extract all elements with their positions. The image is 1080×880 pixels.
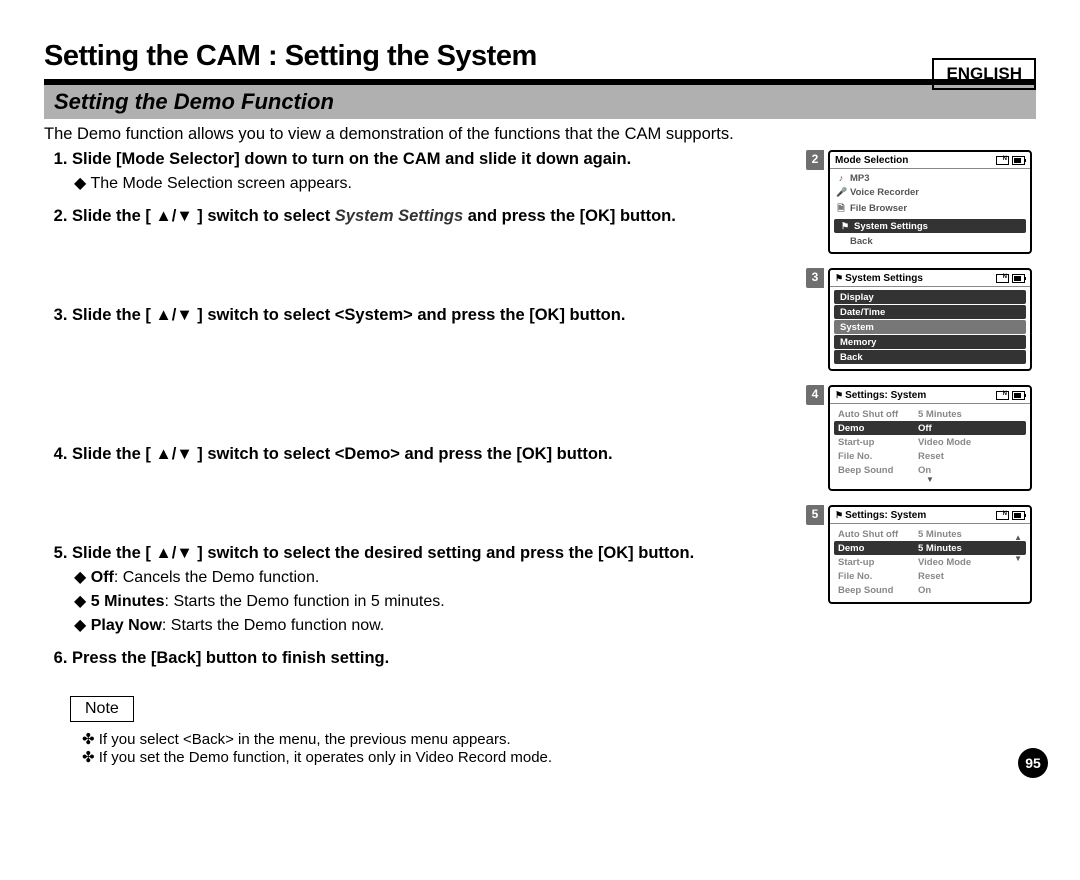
menu-row-file: 🗎File Browser bbox=[830, 199, 1030, 218]
step-6: Press the [Back] button to finish settin… bbox=[72, 649, 794, 668]
mic-icon: 🎤 bbox=[836, 187, 846, 198]
step-2-pre: Slide the [ ▲/▼ ] switch to select bbox=[72, 207, 335, 225]
note-label: Note bbox=[70, 696, 134, 722]
screenshot-5-title: Settings: System bbox=[845, 510, 926, 521]
screenshot-2: Mode Selection ♪MP3 🎤Voice Recorder 🗎Fil… bbox=[828, 150, 1032, 254]
kv-startup: Start-upVideo Mode bbox=[834, 555, 1026, 569]
screenshot-5: ⚑Settings: System Auto Shut off5 Minutes… bbox=[828, 505, 1032, 604]
menu-row-datetime: Date/Time bbox=[834, 305, 1026, 319]
screenshot-3-number: 3 bbox=[806, 268, 824, 288]
card-icon bbox=[996, 511, 1009, 520]
screenshot-3: ⚑System Settings Display Date/Time Syste… bbox=[828, 268, 1032, 371]
kv-fileno: File No.Reset bbox=[834, 569, 1026, 583]
step-3: Slide the [ ▲/▼ ] switch to select <Syst… bbox=[72, 306, 794, 325]
section-subtitle: Setting the Demo Function bbox=[44, 85, 1036, 119]
screenshot-5-number: 5 bbox=[806, 505, 824, 525]
kv-startup: Start-upVideo Mode bbox=[834, 435, 1026, 449]
step-4: Slide the [ ▲/▼ ] switch to select <Demo… bbox=[72, 445, 794, 464]
step-1: Slide [Mode Selector] down to turn on th… bbox=[72, 150, 794, 193]
menu-row-voice: 🎤Voice Recorder bbox=[830, 185, 1030, 199]
screenshot-4-number: 4 bbox=[806, 385, 824, 405]
settings-icon: ⚑ bbox=[835, 390, 843, 400]
battery-icon bbox=[1012, 511, 1025, 520]
step-5-sub-playnow: Play Now: Starts the Demo function now. bbox=[72, 615, 794, 635]
kv-autoshutoff: Auto Shut off5 Minutes bbox=[834, 527, 1026, 541]
step-2: Slide the [ ▲/▼ ] switch to select Syste… bbox=[72, 207, 794, 226]
kv-fileno: File No.Reset bbox=[834, 449, 1026, 463]
card-icon bbox=[996, 274, 1009, 283]
battery-icon bbox=[1012, 391, 1025, 400]
page-number: 95 bbox=[1018, 748, 1048, 778]
battery-icon bbox=[1012, 156, 1025, 165]
screenshot-2-number: 2 bbox=[806, 150, 824, 170]
menu-row-display: Display bbox=[834, 290, 1026, 304]
step-5: Slide the [ ▲/▼ ] switch to select the d… bbox=[72, 544, 794, 635]
battery-icon bbox=[1012, 274, 1025, 283]
kv-beep: Beep SoundOn bbox=[834, 583, 1026, 597]
menu-row-back: Back bbox=[834, 350, 1026, 364]
menu-row-system-settings: ⚑System Settings bbox=[834, 219, 1026, 233]
settings-icon: ⚑ bbox=[835, 273, 843, 283]
screenshot-3-title: System Settings bbox=[845, 273, 923, 284]
screenshot-4-title: Settings: System bbox=[845, 390, 926, 401]
screenshot-4: ⚑Settings: System Auto Shut off5 Minutes… bbox=[828, 385, 1032, 491]
menu-row-memory: Memory bbox=[834, 335, 1026, 349]
step-1-text: Slide [Mode Selector] down to turn on th… bbox=[72, 150, 631, 168]
language-label: ENGLISH bbox=[932, 58, 1036, 90]
step-5-text: Slide the [ ▲/▼ ] switch to select the d… bbox=[72, 544, 694, 562]
kv-beep: Beep SoundOn bbox=[834, 463, 1026, 477]
step-2-post: and press the [OK] button. bbox=[463, 207, 676, 225]
step-5-sub-off: Off: Cancels the Demo function. bbox=[72, 567, 794, 587]
note-1: If you select <Back> in the menu, the pr… bbox=[82, 730, 794, 748]
menu-row-back: Back bbox=[830, 234, 1030, 248]
step-1-sub: The Mode Selection screen appears. bbox=[72, 173, 794, 193]
step-5-sub-5min: 5 Minutes: Starts the Demo function in 5… bbox=[72, 591, 794, 611]
settings-icon: ⚑ bbox=[840, 221, 850, 232]
note-2: If you set the Demo function, it operate… bbox=[82, 748, 794, 766]
page-title: Setting the CAM : Setting the System bbox=[44, 40, 1036, 73]
file-icon: 🗎 bbox=[836, 201, 846, 217]
menu-row-system: System bbox=[834, 320, 1026, 334]
kv-autoshutoff: Auto Shut off5 Minutes bbox=[834, 407, 1026, 421]
settings-icon: ⚑ bbox=[835, 510, 843, 520]
step-2-italic: System Settings bbox=[335, 207, 463, 225]
music-icon: ♪ bbox=[836, 173, 846, 183]
kv-demo: DemoOff bbox=[834, 421, 1026, 435]
card-icon bbox=[996, 391, 1009, 400]
screenshot-2-title: Mode Selection bbox=[835, 155, 908, 166]
menu-row-mp3: ♪MP3 bbox=[830, 171, 1030, 185]
card-icon bbox=[996, 156, 1009, 165]
intro-text: The Demo function allows you to view a d… bbox=[44, 125, 1036, 144]
kv-demo: Demo5 Minutes▲▼ bbox=[834, 541, 1026, 555]
chevron-up-icon: ▲ bbox=[1014, 533, 1022, 542]
